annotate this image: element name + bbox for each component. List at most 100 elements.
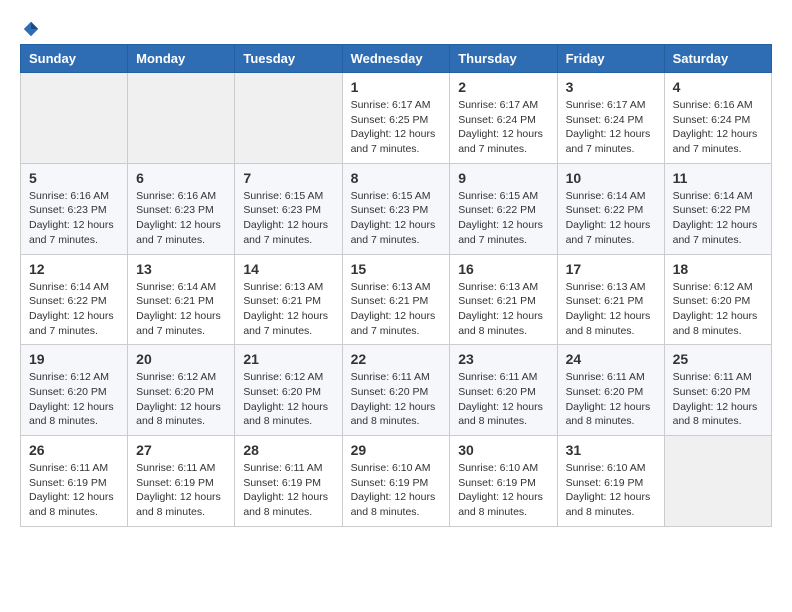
calendar-table: SundayMondayTuesdayWednesdayThursdayFrid…	[20, 44, 772, 527]
day-info: Sunrise: 6:14 AM Sunset: 6:22 PM Dayligh…	[673, 189, 763, 248]
day-number: 16	[458, 261, 548, 277]
calendar-cell: 24 Sunrise: 6:11 AM Sunset: 6:20 PM Dayli…	[557, 345, 664, 436]
day-info: Sunrise: 6:11 AM Sunset: 6:20 PM Dayligh…	[566, 370, 656, 429]
calendar-cell: 21Sunrise: 6:12 AM Sunset: 6:20 PM Dayli…	[235, 345, 342, 436]
day-number: 15	[351, 261, 442, 277]
day-info: Sunrise: 6:10 AM Sunset: 6:19 PM Dayligh…	[566, 461, 656, 520]
calendar-cell: 5 Sunrise: 6:16 AM Sunset: 6:23 PM Daylig…	[21, 163, 128, 254]
day-number: 29	[351, 442, 442, 458]
calendar-cell	[21, 73, 128, 164]
calendar-cell: 18 Sunrise: 6:12 AM Sunset: 6:20 PM Dayli…	[664, 254, 771, 345]
calendar-cell: 2 Sunrise: 6:17 AM Sunset: 6:24 PM Daylig…	[450, 73, 557, 164]
day-number: 27	[136, 442, 226, 458]
calendar-cell	[128, 73, 235, 164]
calendar-cell: 26 Sunrise: 6:11 AM Sunset: 6:19 PM Dayli…	[21, 436, 128, 527]
day-number: 4	[673, 79, 763, 95]
day-info: Sunrise: 6:17 AM Sunset: 6:25 PM Dayligh…	[351, 98, 442, 157]
calendar-cell: 23 Sunrise: 6:11 AM Sunset: 6:20 PM Dayli…	[450, 345, 557, 436]
calendar-cell: 19 Sunrise: 6:12 AM Sunset: 6:20 PM Dayli…	[21, 345, 128, 436]
day-number: 10	[566, 170, 656, 186]
day-info: Sunrise: 6:11 AM Sunset: 6:19 PM Dayligh…	[29, 461, 119, 520]
day-info: Sunrise: 6:14 AM Sunset: 6:22 PM Dayligh…	[566, 189, 656, 248]
week-row-3: 12 Sunrise: 6:14 AM Sunset: 6:22 PM Dayli…	[21, 254, 772, 345]
calendar-cell: 11 Sunrise: 6:14 AM Sunset: 6:22 PM Dayli…	[664, 163, 771, 254]
calendar-cell: 6Sunrise: 6:16 AM Sunset: 6:23 PM Daylig…	[128, 163, 235, 254]
day-number: 18	[673, 261, 763, 277]
day-number: 6	[136, 170, 226, 186]
calendar-cell: 27 Sunrise: 6:11 AM Sunset: 6:19 PM Dayli…	[128, 436, 235, 527]
day-number: 26	[29, 442, 119, 458]
day-number: 8	[351, 170, 442, 186]
day-info: Sunrise: 6:12 AM Sunset: 6:20 PM Dayligh…	[673, 280, 763, 339]
col-header-wednesday: Wednesday	[342, 45, 450, 73]
day-info: Sunrise: 6:11 AM Sunset: 6:20 PM Dayligh…	[673, 370, 763, 429]
calendar-cell: 7Sunrise: 6:15 AM Sunset: 6:23 PM Daylig…	[235, 163, 342, 254]
calendar-cell: 12 Sunrise: 6:14 AM Sunset: 6:22 PM Dayli…	[21, 254, 128, 345]
day-number: 22	[351, 351, 442, 367]
calendar-cell: 25 Sunrise: 6:11 AM Sunset: 6:20 PM Dayli…	[664, 345, 771, 436]
calendar-cell: 3 Sunrise: 6:17 AM Sunset: 6:24 PM Daylig…	[557, 73, 664, 164]
day-info: Sunrise: 6:12 AM Sunset: 6:20 PM Dayligh…	[243, 370, 333, 429]
day-info: Sunrise: 6:11 AM Sunset: 6:19 PM Dayligh…	[136, 461, 226, 520]
day-info: Sunrise: 6:17 AM Sunset: 6:24 PM Dayligh…	[566, 98, 656, 157]
calendar-cell: 22 Sunrise: 6:11 AM Sunset: 6:20 PM Dayli…	[342, 345, 450, 436]
day-number: 19	[29, 351, 119, 367]
day-info: Sunrise: 6:16 AM Sunset: 6:23 PM Dayligh…	[29, 189, 119, 248]
day-number: 3	[566, 79, 656, 95]
col-header-friday: Friday	[557, 45, 664, 73]
calendar-cell	[664, 436, 771, 527]
day-number: 23	[458, 351, 548, 367]
week-row-2: 5 Sunrise: 6:16 AM Sunset: 6:23 PM Daylig…	[21, 163, 772, 254]
calendar-cell: 14 Sunrise: 6:13 AM Sunset: 6:21 PM Dayli…	[235, 254, 342, 345]
week-row-5: 26 Sunrise: 6:11 AM Sunset: 6:19 PM Dayli…	[21, 436, 772, 527]
calendar-cell: 29 Sunrise: 6:10 AM Sunset: 6:19 PM Dayli…	[342, 436, 450, 527]
day-info: Sunrise: 6:11 AM Sunset: 6:19 PM Dayligh…	[243, 461, 333, 520]
calendar-cell: 10 Sunrise: 6:14 AM Sunset: 6:22 PM Dayli…	[557, 163, 664, 254]
day-number: 25	[673, 351, 763, 367]
day-number: 13	[136, 261, 226, 277]
col-header-sunday: Sunday	[21, 45, 128, 73]
calendar-cell: 4 Sunrise: 6:16 AM Sunset: 6:24 PM Daylig…	[664, 73, 771, 164]
day-number: 14	[243, 261, 333, 277]
day-number: 1	[351, 79, 442, 95]
day-info: Sunrise: 6:16 AM Sunset: 6:24 PM Dayligh…	[673, 98, 763, 157]
calendar-cell	[235, 73, 342, 164]
calendar-cell: 30Sunrise: 6:10 AM Sunset: 6:19 PM Dayli…	[450, 436, 557, 527]
day-info: Sunrise: 6:13 AM Sunset: 6:21 PM Dayligh…	[351, 280, 442, 339]
day-info: Sunrise: 6:11 AM Sunset: 6:20 PM Dayligh…	[351, 370, 442, 429]
day-number: 31	[566, 442, 656, 458]
calendar-cell: 20 Sunrise: 6:12 AM Sunset: 6:20 PM Dayli…	[128, 345, 235, 436]
week-row-4: 19 Sunrise: 6:12 AM Sunset: 6:20 PM Dayli…	[21, 345, 772, 436]
week-row-1: 1 Sunrise: 6:17 AM Sunset: 6:25 PM Daylig…	[21, 73, 772, 164]
day-number: 12	[29, 261, 119, 277]
day-info: Sunrise: 6:17 AM Sunset: 6:24 PM Dayligh…	[458, 98, 548, 157]
calendar-cell: 9Sunrise: 6:15 AM Sunset: 6:22 PM Daylig…	[450, 163, 557, 254]
day-number: 5	[29, 170, 119, 186]
day-info: Sunrise: 6:13 AM Sunset: 6:21 PM Dayligh…	[243, 280, 333, 339]
calendar-cell: 28 Sunrise: 6:11 AM Sunset: 6:19 PM Dayli…	[235, 436, 342, 527]
day-number: 28	[243, 442, 333, 458]
day-number: 24	[566, 351, 656, 367]
day-info: Sunrise: 6:11 AM Sunset: 6:20 PM Dayligh…	[458, 370, 548, 429]
page-header	[20, 20, 772, 34]
day-info: Sunrise: 6:14 AM Sunset: 6:22 PM Dayligh…	[29, 280, 119, 339]
calendar-cell: 31 Sunrise: 6:10 AM Sunset: 6:19 PM Dayli…	[557, 436, 664, 527]
logo	[20, 20, 40, 34]
day-number: 2	[458, 79, 548, 95]
day-info: Sunrise: 6:15 AM Sunset: 6:22 PM Dayligh…	[458, 189, 548, 248]
day-info: Sunrise: 6:13 AM Sunset: 6:21 PM Dayligh…	[458, 280, 548, 339]
calendar-header-row: SundayMondayTuesdayWednesdayThursdayFrid…	[21, 45, 772, 73]
day-number: 20	[136, 351, 226, 367]
day-number: 30	[458, 442, 548, 458]
day-info: Sunrise: 6:10 AM Sunset: 6:19 PM Dayligh…	[351, 461, 442, 520]
day-info: Sunrise: 6:13 AM Sunset: 6:21 PM Dayligh…	[566, 280, 656, 339]
day-info: Sunrise: 6:12 AM Sunset: 6:20 PM Dayligh…	[136, 370, 226, 429]
calendar-cell: 13Sunrise: 6:14 AM Sunset: 6:21 PM Dayli…	[128, 254, 235, 345]
col-header-thursday: Thursday	[450, 45, 557, 73]
day-number: 11	[673, 170, 763, 186]
logo-icon	[22, 20, 40, 38]
day-info: Sunrise: 6:12 AM Sunset: 6:20 PM Dayligh…	[29, 370, 119, 429]
calendar-cell: 16 Sunrise: 6:13 AM Sunset: 6:21 PM Dayli…	[450, 254, 557, 345]
day-number: 7	[243, 170, 333, 186]
col-header-monday: Monday	[128, 45, 235, 73]
